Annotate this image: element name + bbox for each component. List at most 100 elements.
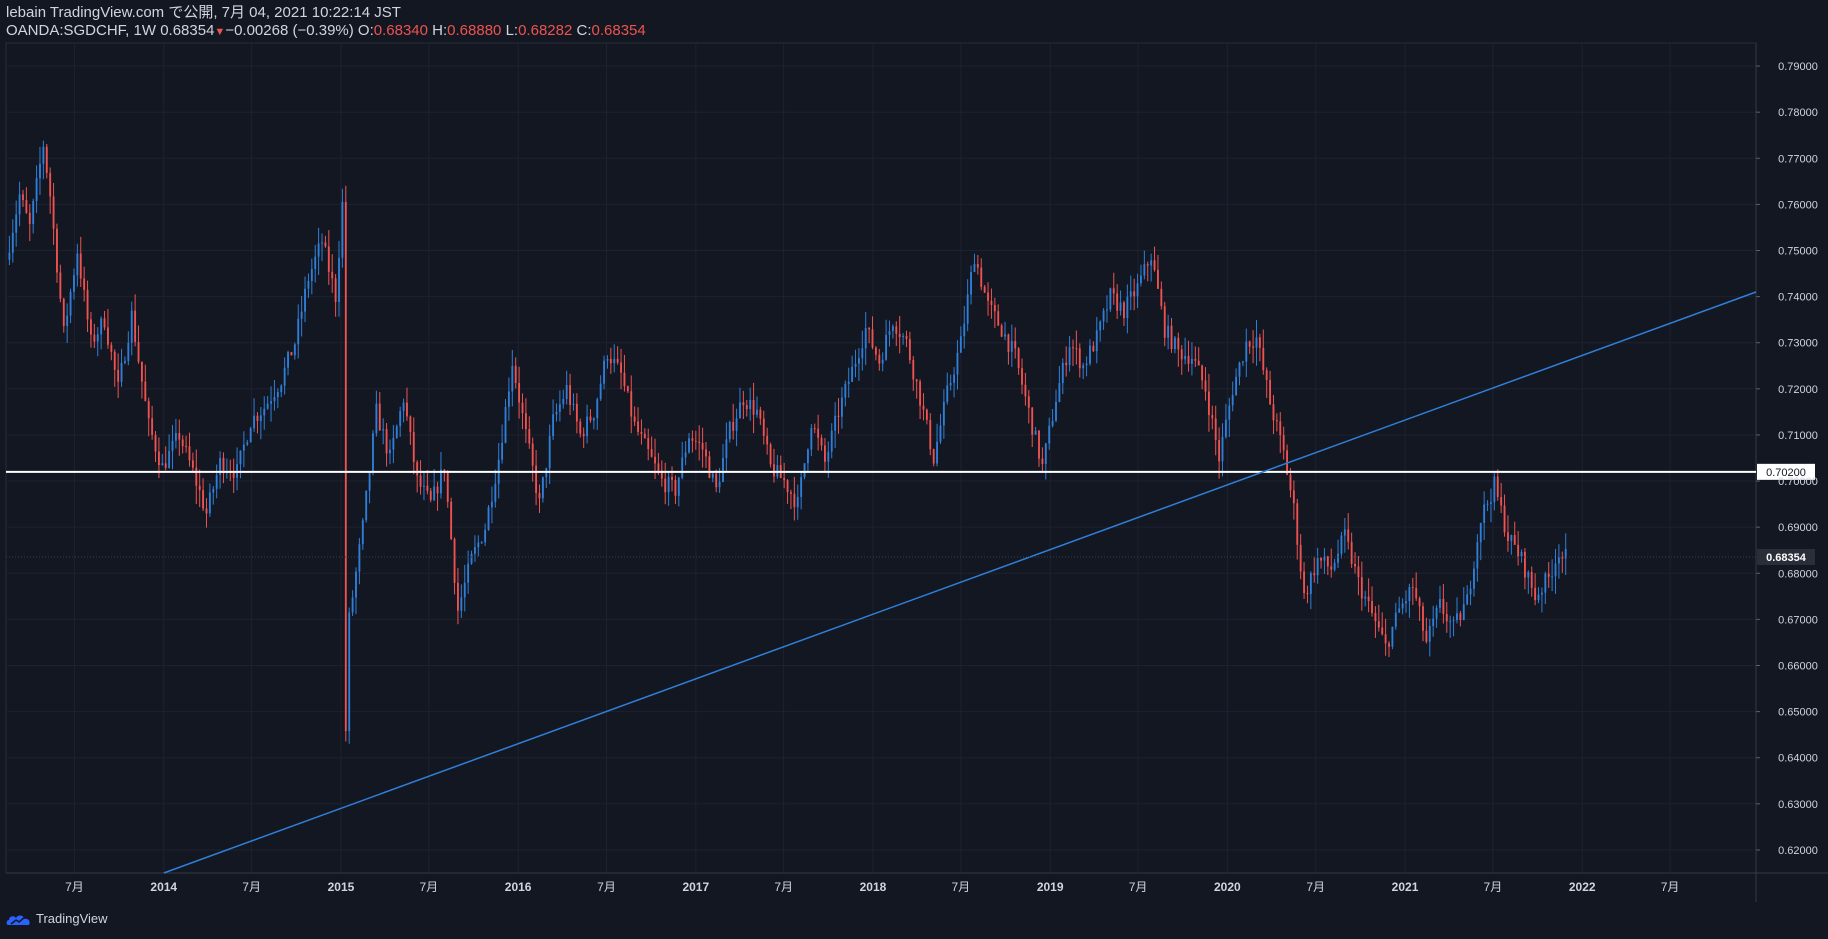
candle-down	[429, 490, 432, 501]
candle-up	[212, 488, 215, 493]
candle-down	[1411, 587, 1414, 589]
candle-down	[1204, 380, 1207, 392]
footer: TradingView	[6, 911, 108, 926]
candle-up	[100, 318, 103, 335]
candle-down	[637, 421, 639, 433]
time-tick-label: 2015	[328, 880, 355, 894]
candle-up	[484, 529, 487, 543]
candle-down	[256, 415, 259, 421]
candle-up	[174, 433, 177, 441]
candle-down	[45, 146, 48, 173]
candle-up	[297, 318, 300, 345]
candle-down	[1014, 341, 1017, 349]
candle-up	[1476, 542, 1479, 569]
candle-up	[304, 288, 306, 312]
candle-down	[164, 463, 167, 468]
candle-up	[565, 385, 568, 400]
candle-down	[1330, 566, 1333, 570]
candle-up	[440, 469, 442, 494]
candle-down	[49, 172, 52, 197]
candle-down	[1415, 587, 1418, 599]
price-tick-label: 0.72000	[1778, 384, 1818, 396]
candle-down	[1207, 391, 1210, 416]
candle-up	[1394, 612, 1397, 627]
candle-down	[569, 385, 572, 405]
candle-down	[705, 449, 707, 457]
candle-up	[1490, 502, 1492, 504]
candle-up	[259, 415, 262, 421]
candle-up	[392, 437, 395, 450]
candle-down	[416, 462, 419, 476]
candle-down	[378, 403, 381, 431]
plot-area[interactable]	[5, 42, 1757, 874]
candle-up	[776, 464, 779, 477]
candle-up	[1544, 573, 1547, 593]
candle-up	[613, 358, 616, 364]
candle-down	[1262, 347, 1265, 371]
tradingview-cloud-icon[interactable]	[6, 912, 32, 926]
candle-down	[922, 405, 925, 410]
candle-up	[572, 403, 575, 405]
price-chart[interactable]: 0.702000.68354 0.62000 0.63000 0.64000 0.65…	[0, 0, 1828, 939]
candle-down	[107, 327, 109, 345]
candle-up	[555, 411, 558, 415]
candle-up	[1140, 275, 1142, 284]
candle-up	[1486, 503, 1489, 505]
candle-down	[1041, 458, 1044, 465]
candle-down	[453, 539, 456, 583]
candle-up	[1401, 603, 1404, 609]
candle-up	[1364, 596, 1367, 599]
candle-up	[32, 201, 35, 225]
candle-down	[62, 298, 65, 326]
candle-up	[96, 334, 99, 342]
candle-down	[654, 456, 656, 464]
candle-down	[52, 196, 55, 229]
candle-up	[368, 471, 371, 491]
candle-up	[490, 501, 493, 508]
candle-down	[1530, 571, 1533, 588]
candle-down	[151, 418, 154, 435]
candle-up	[470, 553, 473, 564]
candle-down	[154, 434, 157, 452]
candle-down	[620, 362, 622, 373]
time-axis[interactable]: 7月 2014 7月 2015 7月 2016 7月 2017 7月 2018 7月 2019 7月 20…	[65, 880, 1679, 894]
candle-down	[1112, 288, 1115, 294]
price-tick-label: 0.70000	[1778, 476, 1818, 488]
candle-up	[1099, 321, 1102, 331]
candle-down	[575, 403, 578, 422]
candle-down	[1197, 360, 1200, 366]
candle-up	[1048, 425, 1051, 444]
candle-up	[953, 374, 955, 383]
candle-down	[701, 443, 704, 450]
candle-up	[830, 430, 833, 452]
candle-down	[528, 429, 531, 444]
time-tick-label: 2021	[1392, 880, 1419, 894]
candle-up	[246, 442, 249, 445]
candle-up	[677, 477, 680, 496]
candle-down	[932, 449, 935, 464]
candle-up	[348, 612, 351, 732]
candle-up	[1068, 347, 1071, 366]
candle-up	[541, 477, 544, 499]
candle-down	[643, 433, 646, 439]
candle-up	[171, 440, 174, 451]
price-axis[interactable]: 0.62000 0.63000 0.64000 0.65000 0.66000 0.670…	[1756, 61, 1818, 857]
brand-label[interactable]: TradingView	[36, 911, 108, 926]
candle-down	[623, 372, 626, 387]
candle-up	[215, 474, 218, 489]
candle-up	[1527, 571, 1530, 578]
candle-up	[375, 403, 378, 434]
candle-down	[327, 246, 330, 272]
time-tick-label: 7月	[1129, 880, 1148, 894]
candle-up	[847, 381, 850, 384]
price-tick-label: 0.79000	[1778, 61, 1818, 73]
candle-up	[1167, 325, 1170, 338]
candle-down	[878, 354, 881, 364]
candle-up	[722, 458, 724, 482]
candle-up	[1537, 594, 1540, 601]
candle-down	[195, 467, 198, 486]
candle-up	[487, 507, 490, 530]
candle-down	[25, 200, 28, 213]
candle-down	[426, 485, 429, 491]
candle-up	[1058, 383, 1061, 402]
